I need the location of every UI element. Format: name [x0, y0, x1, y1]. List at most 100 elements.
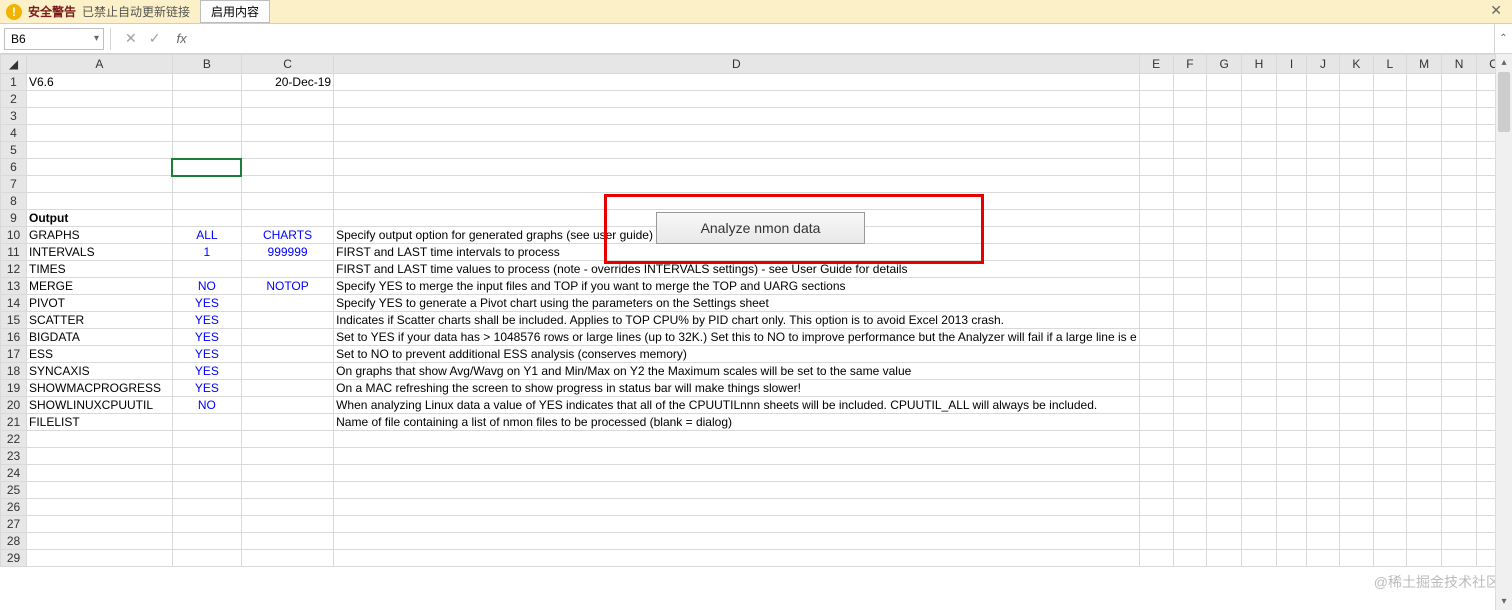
cell[interactable] — [1307, 295, 1340, 312]
cell[interactable] — [1139, 397, 1173, 414]
row-header[interactable]: 18 — [1, 363, 27, 380]
cell[interactable] — [1406, 125, 1441, 142]
cell[interactable] — [1406, 193, 1441, 210]
col-header-E[interactable]: E — [1139, 55, 1173, 74]
row-header[interactable]: 14 — [1, 295, 27, 312]
cell[interactable] — [172, 499, 241, 516]
cell[interactable] — [27, 482, 173, 499]
cell[interactable] — [334, 482, 1140, 499]
cell[interactable] — [1207, 414, 1242, 431]
cell[interactable] — [1276, 448, 1307, 465]
cell[interactable] — [241, 159, 333, 176]
cell[interactable] — [27, 108, 173, 125]
cell[interactable] — [1442, 193, 1477, 210]
cell[interactable] — [1139, 193, 1173, 210]
cell[interactable] — [172, 516, 241, 533]
cell[interactable] — [1307, 142, 1340, 159]
cell[interactable] — [1173, 159, 1207, 176]
row-header[interactable]: 16 — [1, 329, 27, 346]
cell[interactable] — [1242, 261, 1277, 278]
cell[interactable] — [1242, 533, 1277, 550]
cell[interactable]: ALL — [172, 227, 241, 244]
cell[interactable] — [1276, 363, 1307, 380]
cell[interactable] — [1373, 431, 1406, 448]
cell[interactable] — [1373, 74, 1406, 91]
cell[interactable] — [1339, 108, 1373, 125]
cell[interactable] — [1373, 346, 1406, 363]
close-icon[interactable]: ✕ — [1490, 2, 1502, 19]
cell[interactable] — [1406, 142, 1441, 159]
cell[interactable]: Name of file containing a list of nmon f… — [334, 414, 1140, 431]
cell[interactable]: YES — [172, 312, 241, 329]
cell[interactable] — [1173, 295, 1207, 312]
cell[interactable]: SCATTER — [27, 312, 173, 329]
cell[interactable]: On graphs that show Avg/Wavg on Y1 and M… — [334, 363, 1140, 380]
cell[interactable] — [1173, 499, 1207, 516]
cell[interactable] — [1307, 363, 1340, 380]
cell[interactable] — [1276, 346, 1307, 363]
cell[interactable] — [1207, 227, 1242, 244]
cell[interactable] — [334, 142, 1140, 159]
vertical-scrollbar[interactable]: ▴ ▾ — [1495, 54, 1512, 610]
cell[interactable] — [1339, 261, 1373, 278]
cell[interactable] — [1207, 550, 1242, 567]
cell[interactable] — [1406, 397, 1441, 414]
cell[interactable] — [1276, 516, 1307, 533]
cell[interactable] — [1139, 244, 1173, 261]
row-header[interactable]: 17 — [1, 346, 27, 363]
cell[interactable] — [1339, 193, 1373, 210]
cell[interactable] — [1276, 482, 1307, 499]
row-header[interactable]: 26 — [1, 499, 27, 516]
row-header[interactable]: 4 — [1, 125, 27, 142]
cell[interactable] — [1339, 278, 1373, 295]
cell[interactable]: NOTOP — [241, 278, 333, 295]
cell[interactable] — [1339, 431, 1373, 448]
cell[interactable] — [1173, 244, 1207, 261]
cell[interactable] — [1242, 363, 1277, 380]
cell[interactable] — [1242, 278, 1277, 295]
row-header[interactable]: 13 — [1, 278, 27, 295]
cell[interactable] — [1406, 278, 1441, 295]
cell[interactable]: Output — [27, 210, 173, 227]
cell[interactable] — [241, 550, 333, 567]
cell[interactable] — [1242, 91, 1277, 108]
cell[interactable] — [1242, 499, 1277, 516]
cell[interactable] — [1173, 516, 1207, 533]
cell[interactable] — [334, 125, 1140, 142]
cell[interactable] — [334, 159, 1140, 176]
cell[interactable] — [1339, 176, 1373, 193]
row-header[interactable]: 21 — [1, 414, 27, 431]
row-header[interactable]: 28 — [1, 533, 27, 550]
cell[interactable] — [1442, 499, 1477, 516]
cell[interactable] — [27, 431, 173, 448]
cell[interactable] — [1307, 482, 1340, 499]
cell[interactable] — [1173, 312, 1207, 329]
col-header-C[interactable]: C — [241, 55, 333, 74]
cell[interactable] — [1339, 380, 1373, 397]
row-header[interactable]: 9 — [1, 210, 27, 227]
cell[interactable] — [1406, 499, 1441, 516]
cell[interactable] — [1173, 210, 1207, 227]
cell[interactable] — [1307, 550, 1340, 567]
cell[interactable] — [1242, 329, 1277, 346]
cell[interactable] — [1276, 533, 1307, 550]
cell[interactable] — [1242, 295, 1277, 312]
cell[interactable] — [1339, 346, 1373, 363]
cell[interactable] — [334, 516, 1140, 533]
cell[interactable]: INTERVALS — [27, 244, 173, 261]
cell[interactable]: NO — [172, 397, 241, 414]
cell[interactable] — [1139, 533, 1173, 550]
cell[interactable] — [1207, 295, 1242, 312]
cell[interactable] — [172, 176, 241, 193]
cell[interactable] — [1406, 91, 1441, 108]
cell[interactable] — [1339, 312, 1373, 329]
cell[interactable] — [1339, 210, 1373, 227]
cell[interactable] — [1242, 516, 1277, 533]
cell[interactable] — [1139, 227, 1173, 244]
cell[interactable] — [172, 125, 241, 142]
cell[interactable] — [334, 448, 1140, 465]
cell[interactable] — [1442, 346, 1477, 363]
cell[interactable] — [1339, 74, 1373, 91]
cell[interactable] — [1307, 261, 1340, 278]
cell[interactable]: Indicates if Scatter charts shall be inc… — [334, 312, 1140, 329]
